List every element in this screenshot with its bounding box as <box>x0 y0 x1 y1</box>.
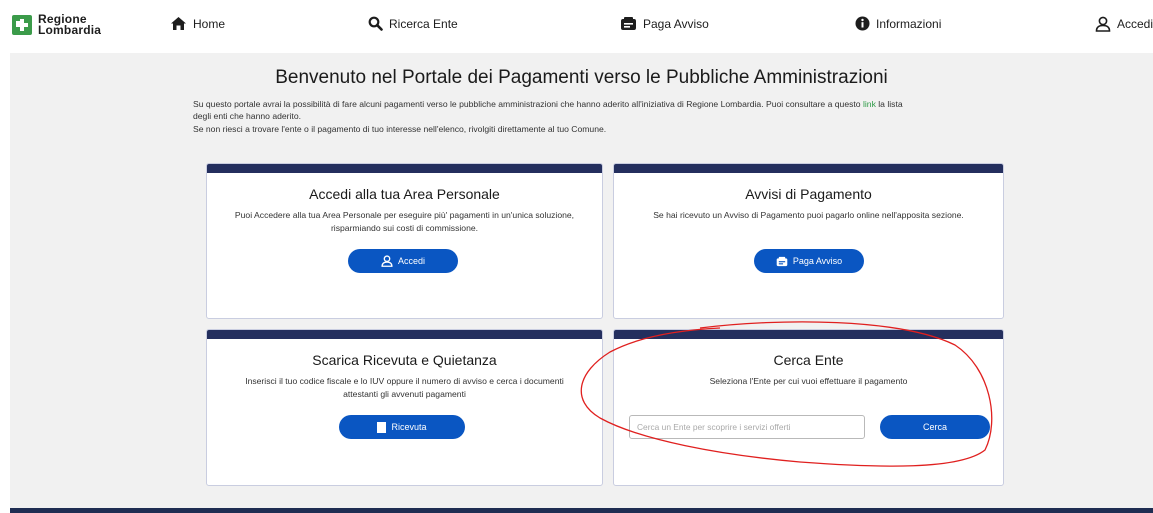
document-icon <box>377 421 387 433</box>
card-desc-line: Puoi Accedere alla tua Area Personale pe… <box>234 210 575 220</box>
card-avvisi-pagamento: Avvisi di Pagamento Se hai ricevuto un A… <box>613 163 1004 319</box>
footer-bar <box>10 508 1153 513</box>
nav-ricerca-label: Ricerca Ente <box>389 16 458 31</box>
nav-paga-label: Paga Avviso <box>643 16 709 31</box>
card-desc-line: risparmiando sui costi di commissione. <box>330 222 479 233</box>
intro-text: Su questo portale avrai la possibilità d… <box>193 98 1033 135</box>
logo-line-2: Lombardia <box>38 23 102 37</box>
intro-text-part: Su questo portale avrai la possibilità d… <box>193 99 863 109</box>
payment-notice-icon <box>776 256 788 266</box>
card-title: Accedi alla tua Area Personale <box>309 186 500 202</box>
cerca-button[interactable]: Cerca <box>880 415 990 439</box>
search-icon <box>368 16 383 31</box>
home-icon <box>171 17 186 30</box>
card-title: Avvisi di Pagamento <box>745 186 872 202</box>
card-header-bar <box>614 164 1003 173</box>
intro-text-part: la lista <box>875 99 903 109</box>
nav-ricerca-ente[interactable]: Ricerca Ente <box>368 16 458 31</box>
nav-paga-avviso[interactable]: Paga Avviso <box>620 16 709 31</box>
logo-mark-icon <box>12 15 32 35</box>
card-header-bar <box>207 330 602 339</box>
ente-search-input[interactable] <box>629 415 865 439</box>
card-cerca-ente: Cerca Ente Seleziona l'Ente per cui vuoi… <box>613 329 1004 486</box>
regione-lombardia-logo[interactable]: Regione Lombardia <box>12 13 102 37</box>
card-desc-line: Inserisci il tuo codice fiscale e lo IUV… <box>245 376 564 386</box>
intro-line-1: Su questo portale avrai la possibilità d… <box>193 98 1033 110</box>
logo-text: Regione Lombardia <box>38 13 102 37</box>
card-desc-line: Seleziona l'Ente per cui vuoi effettuare… <box>709 376 908 386</box>
card-title: Cerca Ente <box>773 352 844 368</box>
card-header-bar <box>207 164 602 173</box>
card-ricevuta-quietanza: Scarica Ricevuta e Quietanza Inserisci i… <box>206 329 603 486</box>
nav-accedi[interactable]: Accedi <box>1095 16 1153 32</box>
nav-accedi-label: Accedi <box>1117 17 1153 31</box>
paga-avviso-button[interactable]: Paga Avviso <box>754 249 864 273</box>
nav-informazioni[interactable]: Informazioni <box>855 16 941 31</box>
intro-line-2: degli enti che hanno aderito. <box>193 111 301 122</box>
ricevuta-button[interactable]: Ricevuta <box>339 415 465 439</box>
card-description: Se hai ricevuto un Avviso di Pagamento p… <box>624 209 993 222</box>
card-desc-line: Se hai ricevuto un Avviso di Pagamento p… <box>653 210 964 220</box>
nav-home-label: Home <box>193 16 226 31</box>
page-title: Benvenuto nel Portale dei Pagamenti vers… <box>275 67 888 88</box>
nav-home[interactable]: Home <box>170 16 225 31</box>
card-title: Scarica Ricevuta e Quietanza <box>312 352 497 368</box>
accedi-button-label: Accedi <box>397 256 425 266</box>
card-description: Seleziona l'Ente per cui vuoi effettuare… <box>624 375 993 388</box>
info-icon <box>855 16 870 31</box>
payment-notice-icon <box>621 17 636 30</box>
cerca-button-label: Cerca <box>922 422 947 432</box>
main-content: Benvenuto nel Portale dei Pagamenti vers… <box>10 53 1153 508</box>
nav-info-label: Informazioni <box>876 16 942 31</box>
card-desc-line: attestanti gli avvenuti pagamenti <box>343 388 466 399</box>
accedi-button[interactable]: Accedi <box>348 249 458 273</box>
card-header-bar <box>614 330 1003 339</box>
card-description: Puoi Accedere alla tua Area Personale pe… <box>217 209 592 234</box>
enti-list-link[interactable]: link <box>863 99 876 109</box>
intro-line-3: Se non riesci a trovare l'ente o il paga… <box>193 123 607 134</box>
paga-avviso-button-label: Paga Avviso <box>792 256 843 266</box>
ricevuta-button-label: Ricevuta <box>391 422 427 432</box>
user-icon <box>381 255 393 267</box>
user-icon <box>1095 16 1111 32</box>
card-area-personale: Accedi alla tua Area Personale Puoi Acce… <box>206 163 603 319</box>
top-header: Regione Lombardia Home Ricerca Ente Paga… <box>0 0 1153 52</box>
card-description: Inserisci il tuo codice fiscale e lo IUV… <box>217 375 592 400</box>
